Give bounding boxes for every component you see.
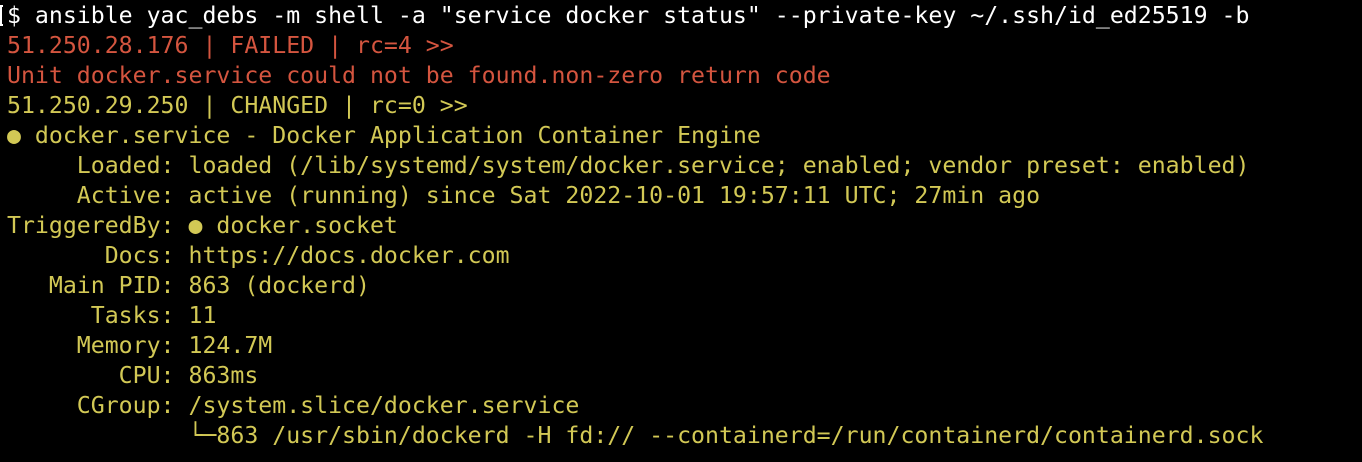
docs-line: Docs: https://docs.docker.com — [7, 242, 510, 269]
changed-host-line: 51.250.29.250 | CHANGED | rc=0 >> — [7, 92, 468, 119]
failed-message-line: Unit docker.service could not be found.n… — [7, 62, 831, 89]
line-marker-bracket — [0, 5, 3, 26]
loaded-line: Loaded: loaded (/lib/systemd/system/dock… — [7, 152, 1250, 179]
cgroup-process-line: └─863 /usr/sbin/dockerd -H fd:// --conta… — [7, 422, 1264, 449]
active-line: Active: active (running) since Sat 2022-… — [7, 182, 1041, 209]
service-title-line: ● docker.service - Docker Application Co… — [7, 122, 761, 149]
cgroup-line: CGroup: /system.slice/docker.service — [7, 392, 580, 419]
memory-line: Memory: 124.7M — [7, 332, 273, 359]
failed-host-line: 51.250.28.176 | FAILED | rc=4 >> — [7, 32, 454, 59]
cpu-line: CPU: 863ms — [7, 362, 259, 389]
tasks-line: Tasks: 11 — [7, 302, 217, 329]
triggered-by-line: TriggeredBy: ● docker.socket — [7, 212, 398, 239]
terminal-window[interactable]: $ ansible yac_debs -m shell -a "service … — [0, 0, 1362, 462]
command-line: $ ansible yac_debs -m shell -a "service … — [7, 2, 1250, 29]
main-pid-line: Main PID: 863 (dockerd) — [7, 272, 370, 299]
